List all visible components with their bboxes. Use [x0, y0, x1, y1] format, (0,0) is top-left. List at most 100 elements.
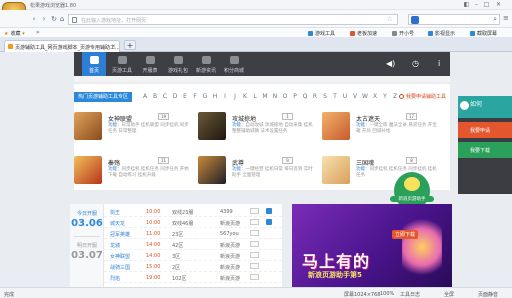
- search-icon[interactable]: ⌕: [493, 15, 497, 24]
- minimize-button[interactable]: –: [472, 1, 481, 9]
- clock-icon[interactable]: ◷: [412, 59, 419, 68]
- game-name[interactable]: 太古遮天: [356, 114, 380, 123]
- start-button[interactable]: [250, 241, 259, 247]
- start-button[interactable]: [250, 263, 259, 269]
- letter-filter[interactable]: Y: [380, 93, 390, 100]
- apply-tool-link[interactable]: 我要申请辅助工具: [398, 93, 446, 100]
- download-button[interactable]: 我要下载: [458, 142, 512, 158]
- tool-log-button[interactable]: 工具日志: [400, 291, 420, 298]
- promo-banner[interactable]: 立即下载 马上有的 新浪页游助手第5: [292, 204, 452, 287]
- schedule-game[interactable]: 战骑三国: [110, 264, 130, 271]
- info-icon[interactable]: i: [438, 59, 440, 68]
- letter-filter[interactable]: H: [210, 93, 220, 100]
- game-name[interactable]: 攻城掠地: [232, 114, 256, 123]
- schedule-game[interactable]: 女神联盟: [110, 253, 130, 260]
- search-input[interactable]: ⌕: [408, 14, 500, 25]
- start-button[interactable]: [250, 252, 259, 258]
- url-input[interactable]: 在此输入游戏地址，打开网页 ☆: [68, 14, 398, 25]
- schedule-game[interactable]: 城天龙: [110, 220, 125, 227]
- letter-filter[interactable]: R: [310, 93, 320, 100]
- tool-boss-speed[interactable]: 老板加速: [350, 30, 377, 37]
- game-thumbnail[interactable]: [198, 156, 226, 184]
- menu-icon[interactable]: ≡: [503, 14, 509, 22]
- table-row[interactable]: 城天龙 10:00 双线46服 新浪页游: [104, 217, 282, 228]
- start-button[interactable]: [250, 230, 259, 236]
- start-button[interactable]: [250, 208, 259, 214]
- apply-button[interactable]: 我要申请: [458, 122, 512, 138]
- promo-header[interactable]: 如何: [458, 96, 512, 118]
- mute-button[interactable]: 页面静音: [478, 291, 498, 298]
- letter-filter[interactable]: P: [290, 93, 300, 100]
- letter-filter[interactable]: N: [270, 93, 280, 100]
- home-icon[interactable]: ⌂: [58, 15, 66, 23]
- table-row[interactable]: 龙城 14:00 42区 新浪页游: [104, 239, 282, 250]
- letter-filter[interactable]: W: [360, 93, 370, 100]
- table-row[interactable]: 烈焰 19:00 102区 新浪页游: [104, 272, 282, 283]
- today-date[interactable]: 03.06: [70, 218, 104, 229]
- game-thumbnail[interactable]: [74, 156, 102, 184]
- nav-tools[interactable]: 页游工具: [110, 52, 134, 76]
- tool-screenshot[interactable]: 截取屏幕: [470, 30, 497, 37]
- tool-game-tools[interactable]: 游戏工具: [308, 30, 335, 37]
- zoom-level[interactable]: 100%: [380, 291, 394, 297]
- game-thumbnail[interactable]: [198, 112, 226, 140]
- letter-filter[interactable]: U: [340, 93, 350, 100]
- letter-filter[interactable]: B: [150, 93, 160, 100]
- game-name[interactable]: 女神联盟: [108, 114, 132, 123]
- sound-icon[interactable]: ◀): [386, 59, 395, 68]
- new-tab-button[interactable]: +: [124, 40, 136, 50]
- maximize-button[interactable]: □: [482, 1, 491, 9]
- letter-filter[interactable]: J: [230, 93, 240, 100]
- tomorrow-date[interactable]: 03.07: [70, 250, 104, 261]
- letter-filter[interactable]: D: [170, 93, 180, 100]
- back-icon[interactable]: ‹: [30, 15, 38, 23]
- start-button[interactable]: [250, 219, 259, 225]
- game-thumbnail[interactable]: [322, 156, 350, 184]
- letter-filter[interactable]: I: [220, 93, 230, 100]
- tool-alt-account[interactable]: 开小号: [392, 30, 414, 37]
- game-card[interactable]: 武尊 9 功能：一键经营 挂机日常 每日签到 实时助手 全面管理: [198, 156, 316, 194]
- game-name[interactable]: 三国魂: [356, 158, 374, 167]
- schedule-game[interactable]: 烈焰: [110, 275, 120, 282]
- letter-filter[interactable]: X: [370, 93, 380, 100]
- skin-icon[interactable]: ◧: [462, 1, 471, 9]
- gift-icon[interactable]: [266, 219, 272, 225]
- nav-home[interactable]: 首页: [82, 52, 106, 76]
- letter-filter[interactable]: O: [280, 93, 290, 100]
- letter-filter[interactable]: M: [260, 93, 270, 100]
- start-button[interactable]: [250, 274, 259, 280]
- schedule-game[interactable]: 龙城: [110, 242, 120, 249]
- game-card[interactable]: 太古遮天 17 功能：一键全练 魔法全录 悬赏任务 开宝箱 开局 回城补给: [322, 112, 440, 150]
- letter-filter[interactable]: K: [240, 93, 250, 100]
- search-engine-icon[interactable]: [411, 16, 419, 24]
- close-tab-icon[interactable]: ✕: [111, 43, 116, 50]
- refresh-icon[interactable]: ↻: [50, 15, 58, 23]
- star-icon[interactable]: ☆: [387, 15, 393, 23]
- game-thumbnail[interactable]: [322, 112, 350, 140]
- schedule-game[interactable]: 剑王: [110, 209, 120, 216]
- nav-news[interactable]: 新游资讯: [194, 52, 218, 76]
- game-name[interactable]: 武尊: [232, 158, 244, 167]
- expand-icon[interactable]: »: [36, 29, 40, 36]
- close-window-button[interactable]: ✕: [494, 1, 503, 9]
- tomorrow-label[interactable]: 明日开服: [70, 242, 104, 249]
- nav-gifts[interactable]: 游戏礼包: [166, 52, 190, 76]
- letter-filter[interactable]: C: [160, 93, 170, 100]
- game-thumbnail[interactable]: [74, 112, 102, 140]
- table-row[interactable]: 女神联盟 14:00 3区 新浪页游: [104, 250, 282, 261]
- game-name[interactable]: 秦殇: [108, 158, 120, 167]
- fullscreen-button[interactable]: 全屏: [444, 291, 454, 298]
- download-badge[interactable]: 立即下载: [392, 230, 419, 239]
- letter-filter[interactable]: L: [250, 93, 260, 100]
- today-label[interactable]: 今日开服: [70, 210, 104, 217]
- nav-server-list[interactable]: 开服表: [138, 52, 162, 76]
- gift-icon[interactable]: [266, 208, 272, 214]
- letter-filter[interactable]: S: [320, 93, 330, 100]
- game-card[interactable]: 秦殇 11 功能：同步挂机 挂机任务 同步任务 开始下载 自动练习 挂机升级: [74, 156, 192, 194]
- forward-icon[interactable]: ›: [40, 15, 48, 23]
- table-row[interactable]: 冠军英雄 11:00 23区 567you: [104, 228, 282, 239]
- schedule-game[interactable]: 冠军英雄: [110, 231, 130, 238]
- favorites-button[interactable]: ★ 收藏 ▾: [4, 30, 25, 37]
- letter-filter[interactable]: G: [200, 93, 210, 100]
- letter-filter[interactable]: V: [350, 93, 360, 100]
